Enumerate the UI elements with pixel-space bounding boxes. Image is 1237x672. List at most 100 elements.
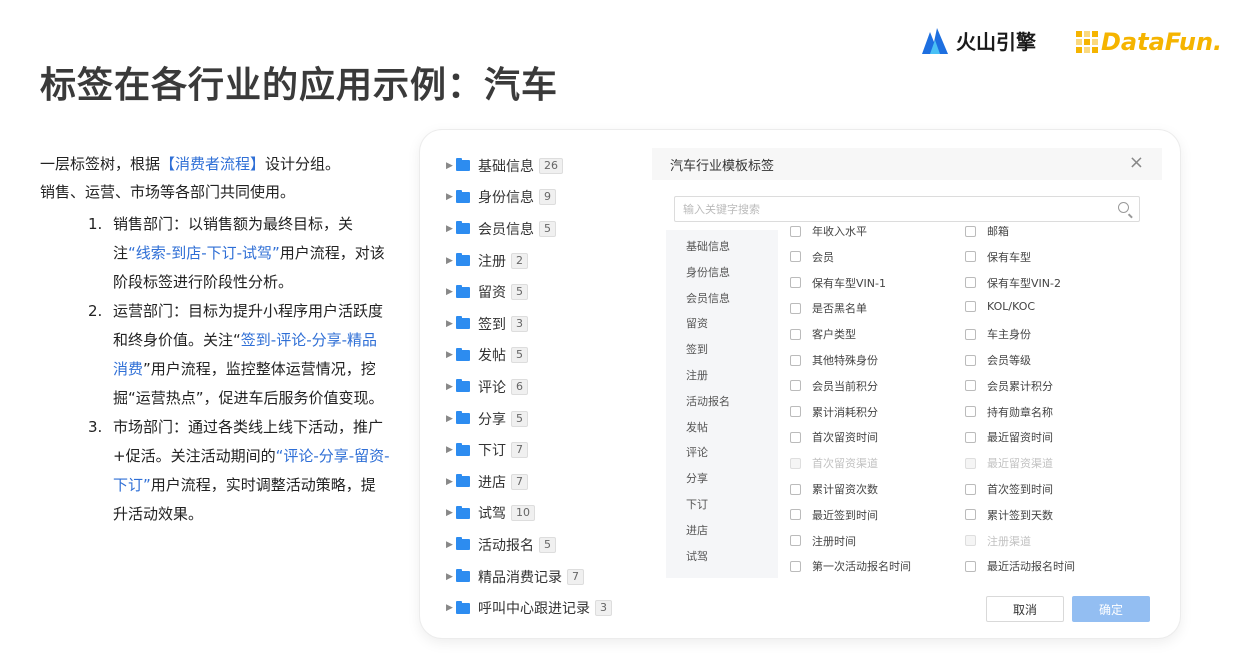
checkbox[interactable] [790,535,801,547]
tag-option[interactable]: 会员等级 [965,352,1031,368]
caret-right-icon[interactable]: ▶ [446,256,456,266]
category-item[interactable]: 试驾 [686,548,708,564]
checkbox[interactable] [790,354,801,366]
checkbox[interactable] [965,251,976,263]
tree-item-label: 呼叫中心跟进记录 [478,601,590,618]
search-input[interactable] [675,197,1095,221]
checkbox[interactable] [965,431,976,443]
checkbox[interactable] [790,226,801,237]
caret-right-icon[interactable]: ▶ [446,319,456,329]
tag-option[interactable]: 最近留资时间 [965,429,1053,445]
caret-right-icon[interactable]: ▶ [446,477,456,487]
tag-option[interactable]: 保有车型 [965,249,1031,265]
checkbox[interactable] [790,277,801,289]
tag-option[interactable]: 会员当前积分 [790,378,878,394]
tag-option[interactable]: 保有车型VIN-2 [965,275,1061,291]
checkbox[interactable] [965,328,976,340]
tree-item[interactable]: ▶ 分享 5 [446,403,646,435]
category-item[interactable]: 下订 [686,496,708,512]
checkbox[interactable] [965,483,976,495]
category-item[interactable]: 身份信息 [686,264,730,280]
tag-option[interactable]: 首次留资时间 [790,429,878,445]
caret-right-icon[interactable]: ▶ [446,540,456,550]
category-item[interactable]: 分享 [686,470,708,486]
caret-right-icon[interactable]: ▶ [446,414,456,424]
checkbox[interactable] [965,509,976,521]
tag-option[interactable]: 保有车型VIN-1 [790,275,886,291]
caret-right-icon[interactable]: ▶ [446,161,456,171]
tag-option[interactable]: 累计消耗积分 [790,404,878,420]
checkbox[interactable] [965,226,976,237]
checkbox[interactable] [790,380,801,392]
tree-item[interactable]: ▶ 发帖 5 [446,340,646,372]
checkbox[interactable] [790,406,801,418]
tag-option[interactable]: 持有勋章名称 [965,404,1053,420]
checkbox[interactable] [790,302,801,314]
caret-right-icon[interactable]: ▶ [446,382,456,392]
checkbox[interactable] [790,431,801,443]
tag-option[interactable]: 年收入水平 [790,226,867,239]
caret-right-icon[interactable]: ▶ [446,350,456,360]
checkbox[interactable] [965,380,976,392]
checkbox[interactable] [965,406,976,418]
caret-right-icon[interactable]: ▶ [446,508,456,518]
tree-item[interactable]: ▶ 评论 6 [446,371,646,403]
checkbox[interactable] [790,328,801,340]
tree-item[interactable]: ▶ 留资 5 [446,276,646,308]
checkbox[interactable] [790,509,801,521]
category-item[interactable]: 基础信息 [686,238,730,254]
tag-option[interactable]: 是否黑名单 [790,300,867,316]
tree-item[interactable]: ▶ 身份信息 9 [446,182,646,214]
dialog-header: 汽车行业模板标签 × [652,148,1162,180]
tag-option[interactable]: 最近活动报名时间 [965,558,1075,574]
tree-item[interactable]: ▶ 下订 7 [446,434,646,466]
category-item[interactable]: 进店 [686,522,708,538]
caret-right-icon[interactable]: ▶ [446,224,456,234]
tree-item[interactable]: ▶ 基础信息 26 [446,150,646,182]
tag-option[interactable]: 邮箱 [965,226,1009,239]
tree-item[interactable]: ▶ 会员信息 5 [446,213,646,245]
search-icon[interactable] [1118,202,1129,213]
tag-option[interactable]: 注册时间 [790,533,856,549]
tag-option[interactable]: KOL/KOC [965,300,1035,313]
tree-item[interactable]: ▶ 精品消费记录 7 [446,561,646,593]
close-icon[interactable]: × [1129,152,1144,173]
tag-option[interactable]: 会员 [790,249,834,265]
checkbox[interactable] [965,277,976,289]
confirm-button[interactable]: 确定 [1072,596,1150,622]
tag-option[interactable]: 车主身份 [965,326,1031,342]
category-item[interactable]: 发帖 [686,419,708,435]
caret-right-icon[interactable]: ▶ [446,572,456,582]
category-item[interactable]: 注册 [686,367,708,383]
tag-option[interactable]: 最近签到时间 [790,507,878,523]
checkbox[interactable] [790,483,801,495]
checkbox[interactable] [965,301,976,313]
tree-item[interactable]: ▶ 活动报名 5 [446,529,646,561]
tag-option[interactable]: 其他特殊身份 [790,352,878,368]
category-item[interactable]: 签到 [686,341,708,357]
caret-right-icon[interactable]: ▶ [446,287,456,297]
tag-option[interactable]: 客户类型 [790,326,856,342]
tree-item[interactable]: ▶ 注册 2 [446,245,646,277]
category-item[interactable]: 留资 [686,315,708,331]
tag-option[interactable]: 累计签到天数 [965,507,1053,523]
checkbox[interactable] [790,251,801,263]
checkbox[interactable] [965,560,976,572]
caret-right-icon[interactable]: ▶ [446,603,456,613]
category-item[interactable]: 会员信息 [686,290,730,306]
tree-item[interactable]: ▶ 试驾 10 [446,498,646,530]
tag-option[interactable]: 首次签到时间 [965,481,1053,497]
tag-option[interactable]: 第一次活动报名时间 [790,558,911,574]
cancel-button[interactable]: 取消 [986,596,1064,622]
tree-item[interactable]: ▶ 进店 7 [446,466,646,498]
caret-right-icon[interactable]: ▶ [446,445,456,455]
tag-option[interactable]: 会员累计积分 [965,378,1053,394]
tree-item[interactable]: ▶ 签到 3 [446,308,646,340]
checkbox[interactable] [790,560,801,572]
tree-item[interactable]: ▶ 呼叫中心跟进记录 3 [446,592,646,624]
category-item[interactable]: 评论 [686,444,708,460]
caret-right-icon[interactable]: ▶ [446,192,456,202]
tag-option[interactable]: 累计留资次数 [790,481,878,497]
checkbox[interactable] [965,354,976,366]
category-item[interactable]: 活动报名 [686,393,730,409]
